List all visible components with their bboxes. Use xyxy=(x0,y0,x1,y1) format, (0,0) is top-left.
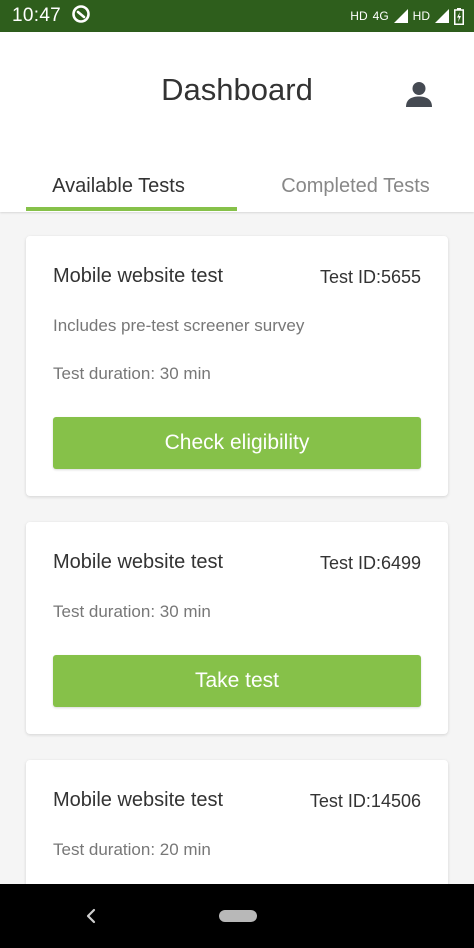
signal-icon-2 xyxy=(435,9,449,23)
status-bar: 10:47 HD 4G HD xyxy=(0,0,474,32)
battery-icon xyxy=(454,7,464,25)
card-note: Includes pre-test screener survey xyxy=(53,316,305,335)
page-title: Dashboard xyxy=(161,72,313,107)
card-title: Mobile website test xyxy=(53,551,224,573)
status-left: 10:47 xyxy=(12,4,91,29)
test-card: Mobile website test Test ID:5655 Include… xyxy=(26,236,448,496)
tab-completed-tests[interactable]: Completed Tests xyxy=(237,160,474,212)
card-duration: Test duration: 30 min xyxy=(53,602,211,621)
hd-label-1: HD xyxy=(350,9,368,23)
card-test-id: Test ID:6499 xyxy=(319,553,421,573)
home-pill-icon[interactable] xyxy=(219,910,257,922)
tracking-icon xyxy=(71,4,91,29)
system-nav-bar xyxy=(0,884,474,948)
status-time: 10:47 xyxy=(12,5,62,26)
user-icon[interactable] xyxy=(405,80,433,108)
take-test-button[interactable]: Take test xyxy=(53,655,421,707)
back-icon[interactable] xyxy=(84,906,98,926)
signal-icon xyxy=(393,9,408,23)
tab-available-tests[interactable]: Available Tests xyxy=(0,160,237,212)
card-duration: Test duration: 20 min xyxy=(53,840,211,859)
active-tab-indicator xyxy=(26,207,237,211)
tab-bar: Available Tests Completed Tests xyxy=(0,160,474,212)
card-test-id: Test ID:5655 xyxy=(319,267,421,287)
check-eligibility-button[interactable]: Check eligibility xyxy=(53,417,421,469)
card-duration: Test duration: 30 min xyxy=(53,364,211,383)
app-header: Dashboard Available Tests Completed Test… xyxy=(0,32,474,212)
test-card: Mobile website test Test ID:6499 Test du… xyxy=(26,522,448,734)
card-title: Mobile website test xyxy=(53,265,224,287)
hd-label-2: HD xyxy=(412,9,430,23)
card-title: Mobile website test xyxy=(53,789,224,811)
card-test-id: Test ID:14506 xyxy=(309,791,421,811)
test-card: Mobile website test Test ID:14506 Test d… xyxy=(26,760,448,900)
network-type-label: 4G xyxy=(372,9,389,23)
status-right: HD 4G HD xyxy=(350,7,464,25)
